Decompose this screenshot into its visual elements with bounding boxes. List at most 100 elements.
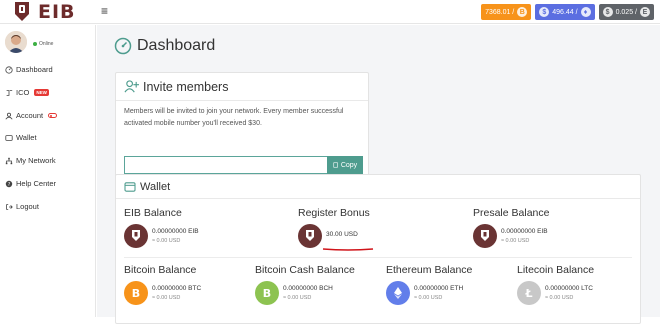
balance-usd: ≈ 0.00 USD xyxy=(414,295,443,301)
eib-price-pill[interactable]: $ 0.025 / E xyxy=(598,4,654,20)
balance-usd: ≈ 0.00 USD xyxy=(152,238,181,244)
eib-price: 0.025 / xyxy=(615,8,637,16)
price-tickers: 7368.01 / B $ 496.44 / ♦ $ 0.025 / E xyxy=(481,4,654,20)
sidebar-item-label: Logout xyxy=(16,202,39,211)
balance-title: Ethereum Balance xyxy=(386,264,473,276)
eib-icon: E xyxy=(640,7,650,17)
balance-usd: ≈ 0.00 USD xyxy=(501,238,530,244)
litecoin-balance: Litecoin Balance Ł 0.00000000 LTC ≈ 0.00… xyxy=(517,264,594,305)
wallet-title: Wallet xyxy=(140,180,171,193)
wallet-icon xyxy=(124,181,136,192)
logout-icon xyxy=(6,203,13,210)
invite-members-card: Invite members Members will be invited t… xyxy=(115,72,369,183)
dollar-icon: $ xyxy=(602,7,613,17)
presale-balance: Presale Balance 0.00000000 EIB ≈ 0.00 US… xyxy=(473,207,549,248)
online-status: Online xyxy=(33,41,53,47)
bitcoin-icon: B xyxy=(517,7,528,17)
balance-amount: 0.00000000 EIB xyxy=(501,228,548,235)
wallet-card: Wallet EIB Balance 0.00000000 EIB ≈ 0.00… xyxy=(115,174,641,324)
balance-title: Litecoin Balance xyxy=(517,264,595,276)
balance-usd: ≈ 0.00 USD xyxy=(283,295,312,301)
red-underline-mark xyxy=(322,248,374,251)
sidebar-item-my-network[interactable]: My Network xyxy=(5,156,56,165)
network-icon xyxy=(5,157,13,164)
svg-text:B: B xyxy=(263,287,271,300)
sidebar-item-help-center[interactable]: ? Help Center xyxy=(5,179,56,188)
ico-icon xyxy=(6,89,13,96)
avatar[interactable] xyxy=(5,31,27,53)
register-bonus: Register Bonus 30.00 USD xyxy=(298,207,374,251)
menu-icon[interactable]: ≡ xyxy=(101,4,108,18)
divider xyxy=(124,257,632,258)
balance-amount: 0.00000000 ETH xyxy=(414,285,464,292)
bitcoin-cash-icon: B xyxy=(255,281,279,305)
eth-price-pill[interactable]: $ 496.44 / ♦ xyxy=(535,4,595,20)
add-user-icon xyxy=(124,80,139,93)
invite-description: Members will be invited to join your net… xyxy=(124,108,344,127)
invite-title: Invite members xyxy=(143,79,229,94)
balance-amount: 0.00000000 BTC xyxy=(152,285,202,292)
svg-text:Ł: Ł xyxy=(524,287,532,300)
btc-price-pill[interactable]: 7368.01 / B xyxy=(481,4,532,20)
balance-title: Bitcoin Balance xyxy=(124,264,197,276)
wallet-card-header: Wallet xyxy=(116,175,640,199)
referral-link-input[interactable] xyxy=(124,156,328,174)
sidebar-item-label: Help Center xyxy=(16,179,57,188)
sidebar-item-label: My Network xyxy=(16,156,56,165)
sidebar-item-wallet[interactable]: Wallet xyxy=(5,133,37,142)
sidebar-item-account[interactable]: Account xyxy=(5,111,58,120)
user-icon xyxy=(5,112,13,119)
eth-price: 496.44 / xyxy=(552,8,578,16)
eib-coin-icon xyxy=(473,224,497,248)
help-icon: ? xyxy=(5,180,13,188)
dollar-icon: $ xyxy=(539,7,550,17)
eib-coin-icon xyxy=(298,224,322,248)
ethereum-balance: Ethereum Balance 0.00000000 ETH ≈ 0.00 U… xyxy=(386,264,472,305)
wallet-icon xyxy=(5,134,13,141)
eib-logo[interactable]: EIB xyxy=(12,0,76,24)
bitcoin-cash-balance: Bitcoin Cash Balance B 0.00000000 BCH ≈ … xyxy=(255,264,355,305)
sidebar-item-label: Account xyxy=(16,111,44,120)
sidebar: Online Dashboard ICO NEW Account Wallet … xyxy=(0,25,96,317)
balance-usd: ≈ 0.00 USD xyxy=(152,295,181,301)
sidebar-item-ico[interactable]: ICO NEW xyxy=(5,88,49,97)
balance-usd: ≈ 0.00 USD xyxy=(545,295,574,301)
eib-logo-icon xyxy=(15,2,29,21)
user-avatar-icon xyxy=(5,31,27,53)
invite-card-header: Invite members xyxy=(116,73,368,101)
sidebar-item-dashboard[interactable]: Dashboard xyxy=(5,65,53,74)
balance-title: Presale Balance xyxy=(473,207,550,219)
sidebar-item-label: Wallet xyxy=(16,133,37,142)
main-content: Dashboard Invite members Members will be… xyxy=(97,25,660,324)
sidebar-item-logout[interactable]: Logout xyxy=(5,202,39,211)
ethereum-icon: ♦ xyxy=(580,7,591,17)
gauge-icon xyxy=(5,65,13,74)
bitcoin-icon: B xyxy=(124,281,148,305)
toggle-icon xyxy=(48,113,58,118)
copy-button[interactable]: Copy xyxy=(327,156,363,174)
balance-amount: 0.00000000 EIB xyxy=(152,228,199,235)
btc-price: 7368.01 / xyxy=(485,8,515,16)
copy-button-label: Copy xyxy=(340,161,358,169)
sidebar-item-label: ICO xyxy=(16,88,30,97)
balance-title: EIB Balance xyxy=(124,207,182,219)
page-title-text: Dashboard xyxy=(137,37,216,54)
balance-amount: 0.00000000 BCH xyxy=(283,285,333,292)
top-bar: EIB ≡ 7368.01 / B $ 496.44 / ♦ $ 0.025 /… xyxy=(0,0,660,24)
eib-coin-icon xyxy=(124,224,148,248)
svg-text:B: B xyxy=(132,287,140,300)
sidebar-item-label: Dashboard xyxy=(16,65,53,74)
balance-title: Register Bonus xyxy=(298,207,370,219)
status-dot-icon xyxy=(33,42,37,46)
balance-title: Bitcoin Cash Balance xyxy=(255,264,355,276)
litecoin-icon: Ł xyxy=(517,281,541,305)
status-label: Online xyxy=(39,41,54,47)
balance-amount: 30.00 USD xyxy=(326,231,358,238)
app-name: EIB xyxy=(38,1,76,23)
balance-amount: 0.00000000 LTC xyxy=(545,285,593,292)
eib-balance: EIB Balance 0.00000000 EIB ≈ 0.00 USD xyxy=(124,207,199,248)
copy-icon xyxy=(333,162,338,168)
new-badge: NEW xyxy=(34,89,49,96)
page-title: Dashboard xyxy=(114,37,215,55)
gauge-icon xyxy=(114,37,132,55)
